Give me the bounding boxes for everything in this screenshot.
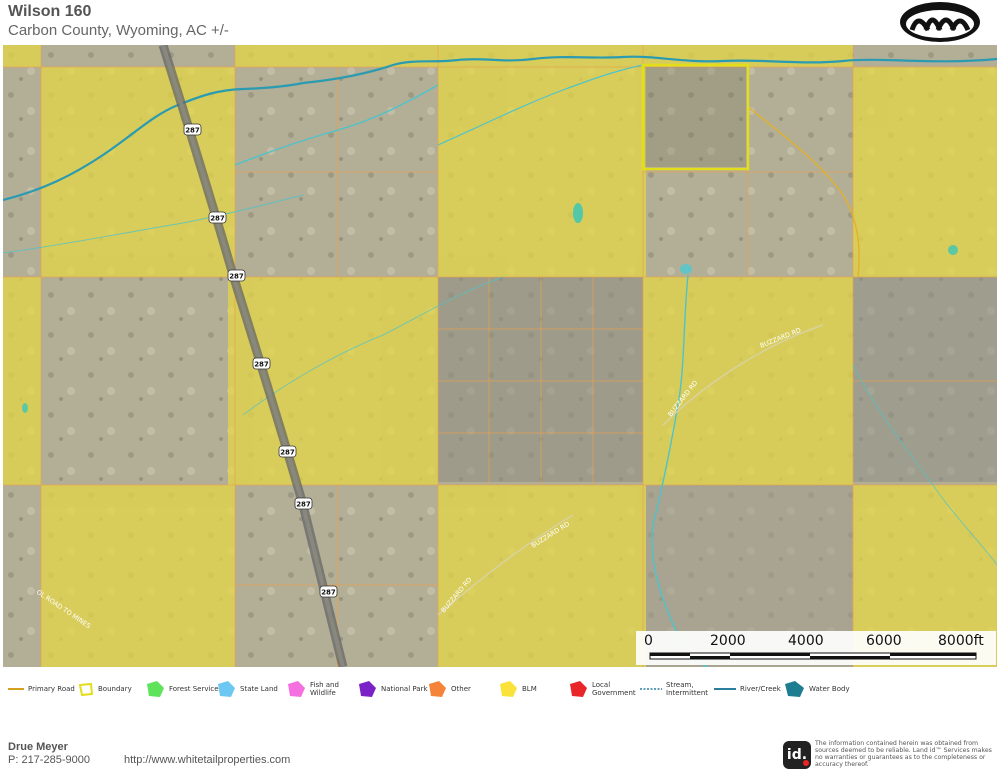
- legend-item-water-body: Water Body: [783, 672, 850, 706]
- legend-item-national-park: National Park: [357, 672, 428, 706]
- scale-label: 4000: [788, 633, 824, 649]
- agent-name: Drue Meyer: [8, 741, 68, 753]
- fish-wildlife-polygon-icon: [288, 681, 305, 697]
- water-body-polygon-icon: [785, 681, 804, 697]
- water-body: [573, 203, 583, 223]
- highway-shield-icon: 287: [278, 445, 297, 458]
- highway-shield-icon: 287: [319, 585, 338, 598]
- map-canvas: 287 287 287 287 287 287 287 BUZZARD RD B…: [3, 45, 997, 667]
- legend-item-primary-road: Primary Road: [8, 672, 75, 706]
- highway-shield-icon: 287: [227, 269, 246, 282]
- svg-text:287: 287: [280, 449, 295, 457]
- map-subtitle: Carbon County, Wyoming, AC +/-: [8, 22, 229, 39]
- svg-text:287: 287: [296, 501, 311, 509]
- whitetail-properties-logo: [900, 2, 980, 42]
- primary-road-line-icon: [8, 688, 24, 690]
- dark-terrain-east: [853, 277, 997, 482]
- state-land-polygon-icon: [218, 681, 235, 697]
- river-creek-line-icon: [714, 688, 736, 690]
- legend-item-river-creek: River/Creek: [714, 672, 781, 706]
- stream-intermittent-line-icon: [640, 688, 662, 690]
- svg-text:287: 287: [254, 361, 269, 369]
- disclaimer-text: The information contained herein was obt…: [815, 740, 992, 768]
- water-body: [948, 245, 958, 255]
- other-polygon-icon: [429, 681, 446, 697]
- legend-item-fish-wildlife: Fish and Wildlife: [286, 672, 342, 706]
- water-body: [680, 264, 692, 274]
- national-park-polygon-icon: [359, 681, 376, 697]
- scale-label: 8000ft: [938, 633, 984, 649]
- scale-bar: 0 2000 4000 6000 8000ft: [636, 631, 996, 665]
- legend-item-other: Other: [427, 672, 471, 706]
- highway-shield-icon: 287: [208, 211, 227, 224]
- scale-label: 6000: [866, 633, 902, 649]
- svg-text:287: 287: [321, 589, 336, 597]
- highway-shield-icon: 287: [252, 357, 271, 370]
- legend-item-state-land: State Land: [216, 672, 278, 706]
- legend-item-local-government: Local Government: [568, 672, 636, 706]
- svg-text:287: 287: [185, 127, 200, 135]
- aerial-map[interactable]: 287 287 287 287 287 287 287 BUZZARD RD B…: [3, 45, 997, 667]
- scale-bar-graphic: [649, 652, 977, 660]
- map-title: Wilson 160: [8, 3, 92, 20]
- svg-text:287: 287: [229, 273, 244, 281]
- agent-phone: P: 217-285-9000: [8, 754, 90, 766]
- website-link[interactable]: http://www.whitetailproperties.com: [124, 754, 290, 766]
- highway-shield-icon: 287: [294, 497, 313, 510]
- legend-item-boundary: Boundary: [78, 672, 132, 706]
- local-government-polygon-icon: [570, 681, 587, 697]
- scale-label: 2000: [710, 633, 746, 649]
- water-body: [22, 403, 28, 413]
- scale-label: 0: [644, 633, 653, 649]
- dark-terrain-patch: [438, 277, 643, 482]
- legend-item-forest-service: Forest Service: [145, 672, 219, 706]
- boundary-polygon-icon: [78, 682, 94, 696]
- legend-item-stream-intermittent: Stream, Intermittent: [640, 672, 710, 706]
- highway-shield-icon: 287: [183, 123, 202, 136]
- legend-item-blm: BLM: [498, 672, 537, 706]
- forest-service-polygon-icon: [147, 681, 164, 697]
- map-legend: Primary Road Boundary Forest Service Sta…: [0, 672, 1000, 706]
- blm-polygon-icon: [500, 681, 517, 697]
- property-interior: [645, 67, 746, 167]
- map-header: Wilson 160 Carbon County, Wyoming, AC +/…: [0, 0, 1000, 46]
- land-id-logo-dot: [803, 760, 809, 766]
- map-footer: Drue Meyer P: 217-285-9000 http://www.wh…: [0, 708, 1000, 773]
- svg-text:287: 287: [210, 215, 225, 223]
